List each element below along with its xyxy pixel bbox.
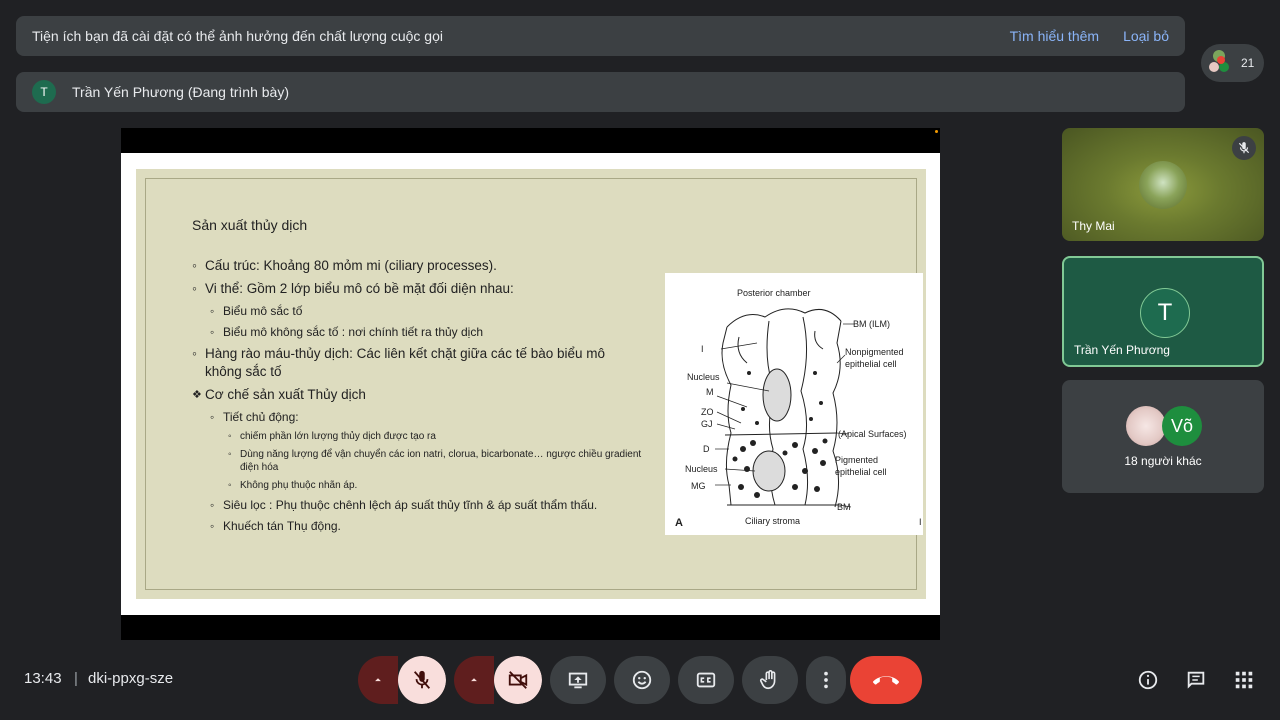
- call-end-icon: [873, 676, 899, 685]
- mic-toggle-button[interactable]: [398, 656, 446, 704]
- diagram-label: Posterior chamber: [737, 288, 811, 298]
- presenter-bar[interactable]: T Trần Yến Phương (Đang trình bày): [16, 72, 1185, 112]
- diagram-label: I: [701, 344, 704, 354]
- diagram-label: BM: [837, 502, 851, 512]
- diagram-label: A: [675, 517, 683, 529]
- clock: 13:43: [24, 670, 62, 687]
- separator: |: [74, 670, 78, 687]
- present-icon: [568, 672, 588, 689]
- activities-button[interactable]: [1232, 668, 1256, 692]
- meet-window: { "banner": { "message": "Tiện ích bạn đ…: [0, 0, 1280, 720]
- bullet-item: Cơ chế sản xuất Thủy dịch: [192, 386, 642, 404]
- more-icon: [824, 671, 828, 689]
- slide-bullets: Cấu trúc: Khoảng 80 mỏm mi (ciliary proc…: [192, 257, 642, 539]
- bullet-item: Vi thể: Gồm 2 lớp biểu mô có bề mặt đối …: [192, 280, 642, 298]
- camera-off-icon: [508, 671, 528, 689]
- leave-call-button[interactable]: [850, 656, 922, 704]
- chevron-up-icon: [375, 678, 381, 682]
- diagram-label: I: [919, 517, 922, 527]
- chat-button[interactable]: [1184, 668, 1208, 692]
- diagram-label: Ciliary stroma: [745, 516, 800, 526]
- raise-hand-icon: [760, 670, 776, 690]
- captions-button[interactable]: [678, 656, 734, 704]
- bullet-item: Không phụ thuộc nhãn áp.: [228, 479, 642, 492]
- mic-off-icon: [1232, 136, 1256, 160]
- audio-options-button[interactable]: [358, 656, 398, 704]
- mic-off-icon: [413, 670, 431, 689]
- participant-tile[interactable]: Thy Mai: [1062, 128, 1264, 241]
- participant-name: Thy Mai: [1072, 219, 1115, 233]
- bullet-item: chiếm phần lớn lượng thủy dịch được tạo …: [228, 430, 642, 443]
- others-tile[interactable]: Võ 18 người khác: [1062, 380, 1264, 493]
- diagram-label: Nucleus: [687, 372, 720, 382]
- slide: Sản xuất thủy dịch Cấu trúc: Khoảng 80 m…: [121, 153, 940, 615]
- slide-background: Sản xuất thủy dịch Cấu trúc: Khoảng 80 m…: [136, 169, 926, 599]
- apps-icon: [1235, 671, 1253, 689]
- diagram-label: D: [703, 444, 710, 454]
- participant-avatars: [1209, 50, 1231, 76]
- ciliary-epithelium-diagram: Posterior chamber BM (ILM) I Nonpigmente…: [665, 273, 923, 535]
- info-icon: [1138, 670, 1158, 690]
- diagram-label: epithelial cell: [845, 359, 897, 369]
- presentation-stage: Sản xuất thủy dịch Cấu trúc: Khoảng 80 m…: [121, 128, 940, 640]
- diagram-label: Nonpigmented: [845, 347, 904, 357]
- participant-tile[interactable]: T Trần Yến Phương: [1062, 256, 1264, 367]
- present-button[interactable]: [550, 656, 606, 704]
- others-count: 18 người khác: [1124, 454, 1202, 468]
- chevron-up-icon: [471, 678, 477, 682]
- raise-hand-button[interactable]: [742, 656, 798, 704]
- avatar-group: Võ: [1126, 406, 1206, 446]
- participants-button[interactable]: 21: [1201, 44, 1264, 82]
- bullet-item: Biểu mô không sắc tố : nơi chính tiết ra…: [210, 324, 642, 340]
- participant-name: Trần Yến Phương: [1074, 343, 1170, 357]
- bullet-item: Siêu lọc : Phụ thuộc chênh lệch áp suất …: [210, 497, 642, 513]
- diagram-label: M: [706, 387, 714, 397]
- bullet-item: Biểu mô sắc tố: [210, 303, 642, 319]
- dismiss-link[interactable]: Loại bỏ: [1123, 28, 1169, 44]
- bullet-item: Dùng năng lượng để vận chuyển các ion na…: [228, 448, 642, 474]
- bullet-item: Khuếch tán Thụ động.: [210, 518, 642, 534]
- meeting-code: dki-ppxg-sze: [88, 670, 174, 687]
- more-options-button[interactable]: [806, 656, 846, 704]
- extension-warning-banner: Tiện ích bạn đã cài đặt có thể ảnh hưởng…: [16, 16, 1185, 56]
- avatar: [1126, 406, 1166, 446]
- diagram-label: Pigmented: [835, 455, 878, 465]
- avatar: T: [1140, 288, 1190, 338]
- diagram-label: BM (ILM): [853, 319, 890, 329]
- avatar: [1139, 161, 1187, 209]
- control-bar: 13:43 | dki-ppxg-sze: [0, 656, 1280, 704]
- learn-more-link[interactable]: Tìm hiểu thêm: [1010, 28, 1099, 44]
- diagram-label: (Apical Surfaces): [838, 429, 907, 439]
- camera-toggle-button[interactable]: [494, 656, 542, 704]
- participant-count: 21: [1241, 56, 1255, 70]
- bullet-item: Hàng rào máu-thủy dịch: Các liên kết chặ…: [192, 345, 642, 381]
- presenter-label: Trần Yến Phương (Đang trình bày): [72, 84, 289, 100]
- diagram-label: GJ: [701, 419, 713, 429]
- diagram-label: MG: [691, 481, 706, 491]
- diagram-svg: Posterior chamber BM (ILM) I Nonpigmente…: [675, 288, 922, 529]
- video-options-button[interactable]: [454, 656, 494, 704]
- captions-icon: [696, 672, 716, 688]
- chat-icon: [1187, 671, 1205, 689]
- camera-control: [454, 656, 542, 704]
- meeting-details-button[interactable]: [1136, 668, 1160, 692]
- mic-control: [358, 656, 446, 704]
- emoji-button[interactable]: [614, 656, 670, 704]
- presenter-avatar: T: [32, 80, 56, 104]
- slide-frame: Sản xuất thủy dịch Cấu trúc: Khoảng 80 m…: [145, 178, 923, 590]
- diagram-label: Nucleus: [685, 464, 718, 474]
- slide-title: Sản xuất thủy dịch: [192, 217, 308, 233]
- diagram-label: epithelial cell: [835, 467, 887, 477]
- avatar: Võ: [1162, 406, 1202, 446]
- diagram-label: ZO: [701, 407, 714, 417]
- bullet-item: Cấu trúc: Khoảng 80 mỏm mi (ciliary proc…: [192, 257, 642, 275]
- recording-dot: [935, 130, 938, 133]
- emoji-icon: [632, 670, 652, 690]
- bullet-item: Tiết chủ động:: [210, 409, 642, 425]
- banner-message: Tiện ích bạn đã cài đặt có thể ảnh hưởng…: [32, 28, 443, 44]
